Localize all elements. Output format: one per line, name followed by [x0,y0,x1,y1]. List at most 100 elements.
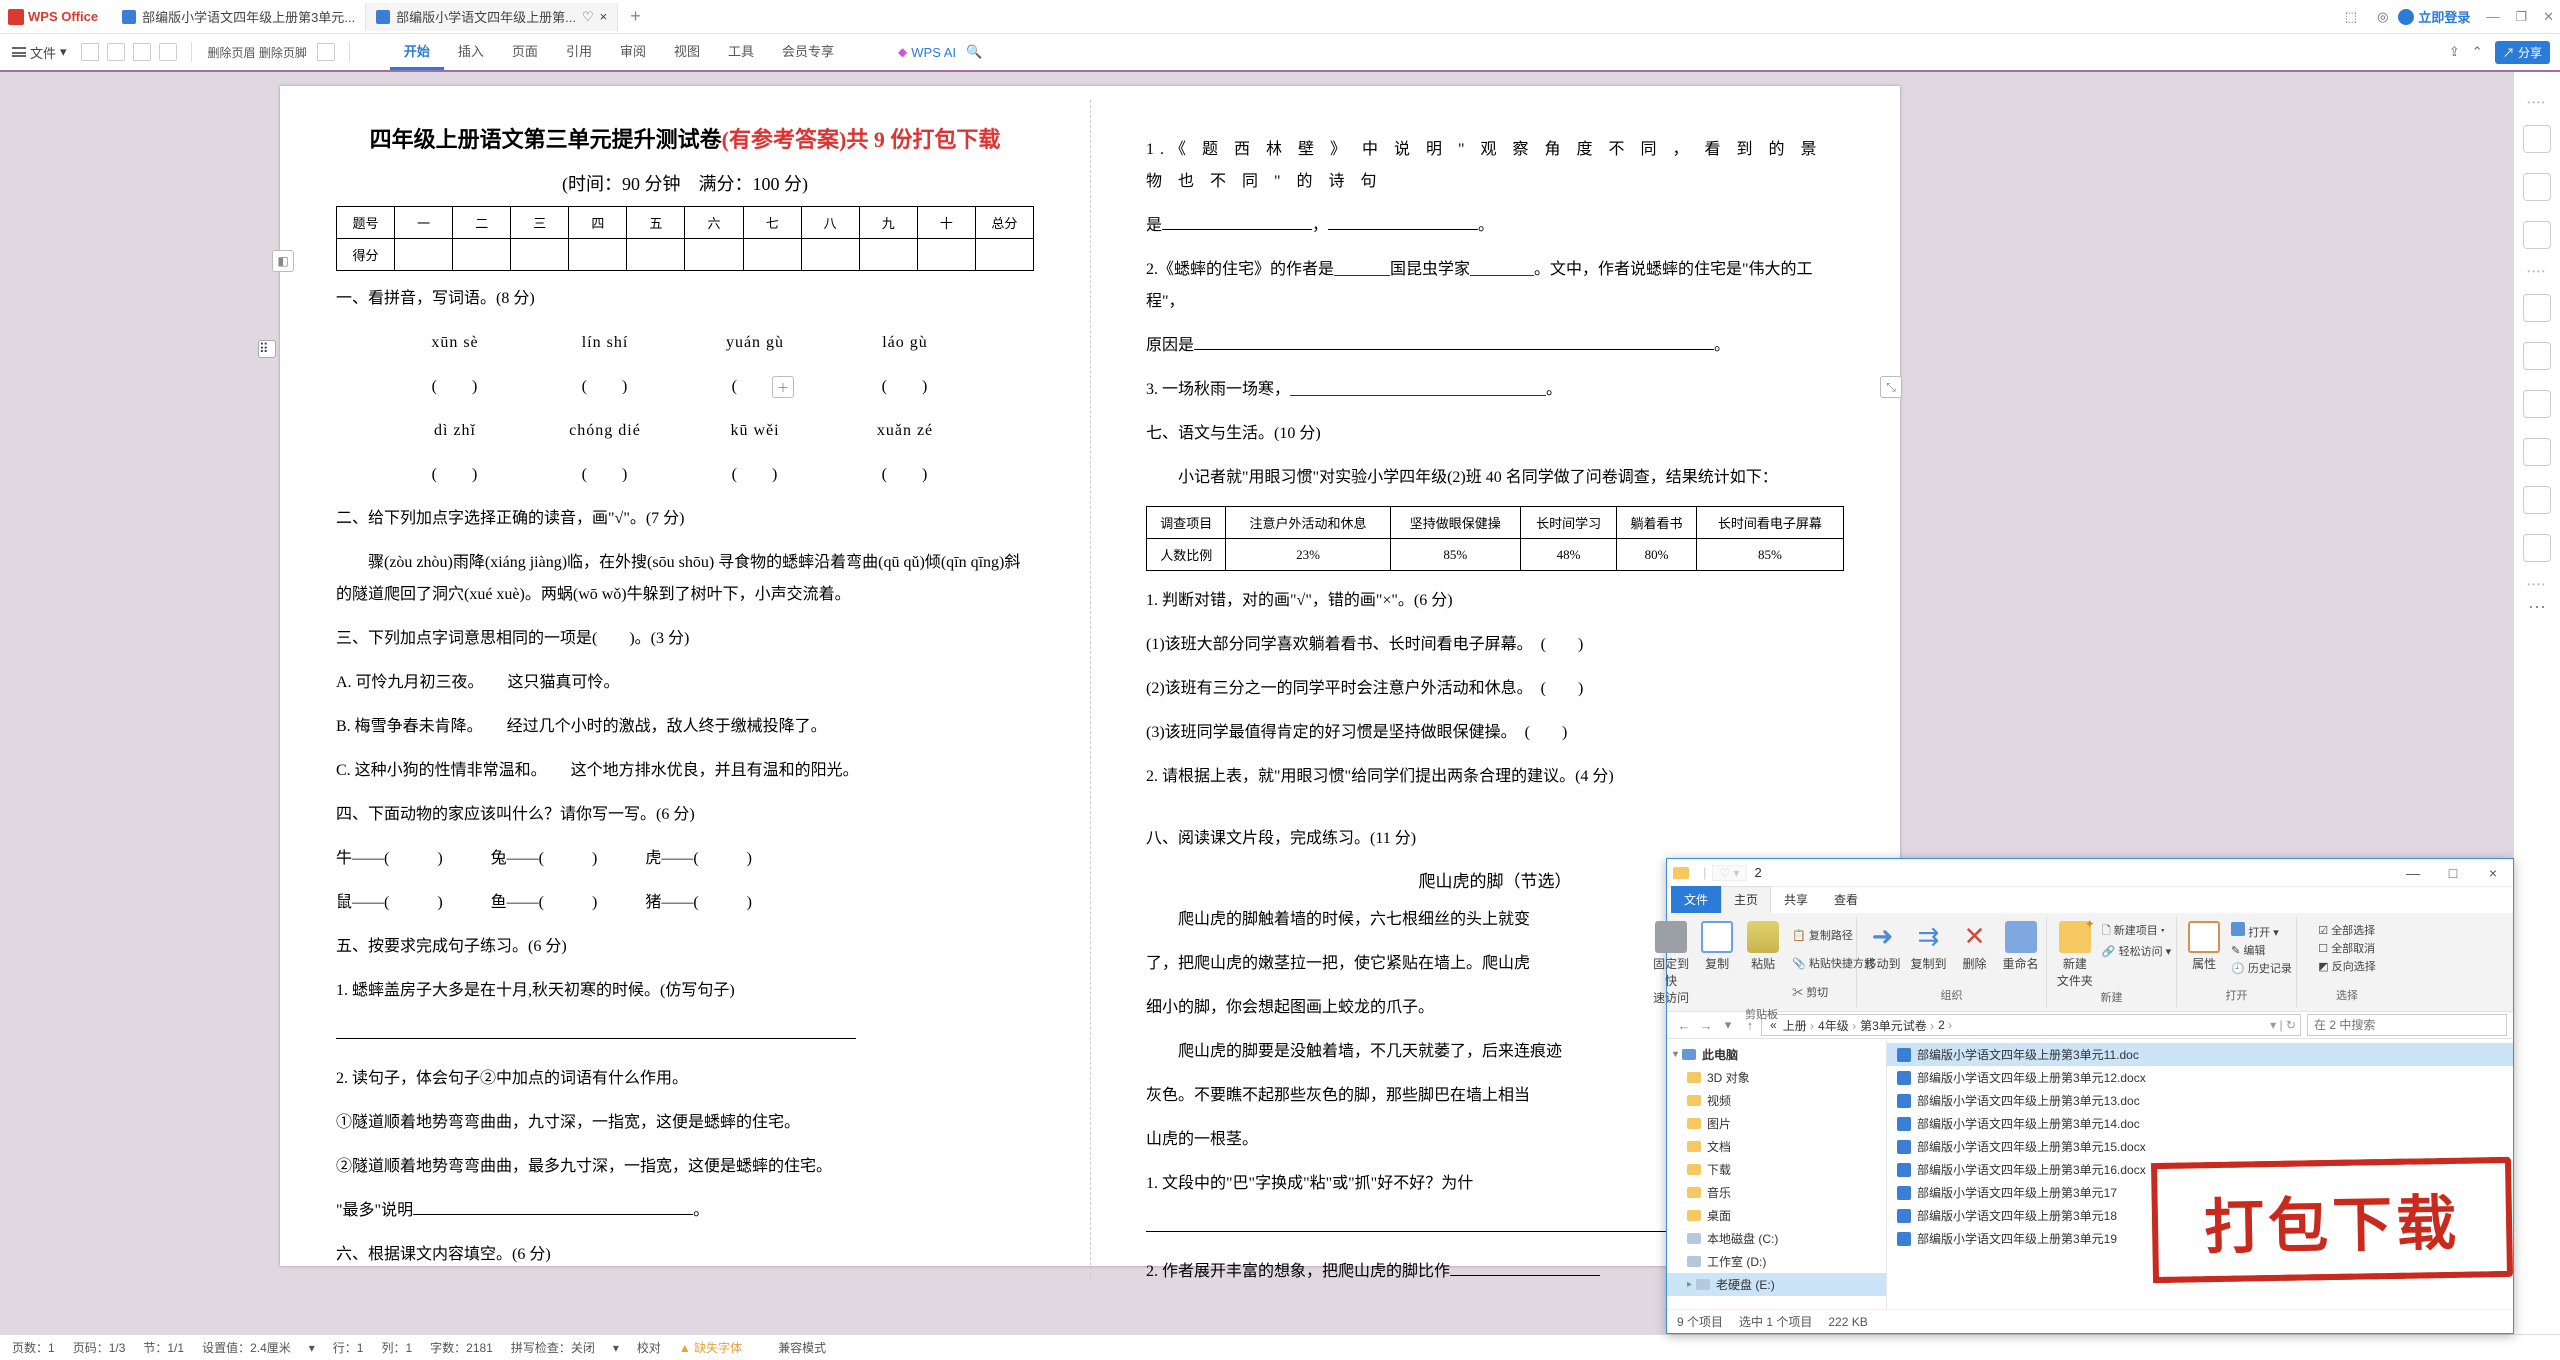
file-row[interactable]: 部编版小学语文四年级上册第3单元14.doc [1887,1112,2513,1135]
new-folder-button[interactable]: 新建 文件夹 [2052,921,2098,989]
pin-button[interactable]: 固定到快 速访问 [1648,921,1694,1006]
paste-button[interactable]: 粘贴 [1740,921,1786,1006]
close-icon[interactable]: ✕ [2543,9,2554,25]
login-button[interactable]: 立即登录 [2398,7,2470,26]
close-tab-icon[interactable]: × [600,9,608,24]
folder-icon [1673,867,1689,879]
path-breadcrumb[interactable]: « 上册 4年级 第3单元试卷 2 ▾ | ↻ [1761,1014,2301,1036]
tree-3d[interactable]: 3D 对象 [1667,1066,1886,1089]
new-doc-icon[interactable] [81,43,99,61]
margin-handle-tc[interactable]: ＋ [772,376,794,398]
tree-desktop[interactable]: 桌面 [1667,1204,1886,1227]
share-button[interactable]: ↗ 分享 [2495,41,2550,64]
new-item-button[interactable]: 🗋 新建项目 ▾ [2102,921,2171,942]
properties-button[interactable]: 属性 [2181,921,2227,977]
copyto-icon: ⇉ [1913,921,1945,953]
exp-minimize-icon[interactable]: — [2393,865,2433,881]
cube-icon[interactable]: ⬚ [2345,9,2357,25]
rename-button[interactable]: 重命名 [1998,921,2044,972]
tab-start[interactable]: 开始 [390,34,444,70]
exp-maximize-icon[interactable]: □ [2433,865,2473,881]
restore-icon[interactable]: ❐ [2515,9,2527,25]
file-row[interactable]: 部编版小学语文四年级上册第3单元12.docx [1887,1066,2513,1089]
exp-tab-share[interactable]: 共享 [1771,886,1821,913]
properties-icon [2188,921,2220,953]
doc-tab-1[interactable]: 部编版小学语文四年级上册第3单元... [112,3,366,31]
side-translate-icon[interactable] [2523,534,2551,562]
side-ai-icon[interactable] [2523,294,2551,322]
margin-handle-tr[interactable]: ⤡ [1880,376,1902,398]
print-icon[interactable] [107,43,125,61]
word-icon [376,10,390,24]
exp-tab-file[interactable]: 文件 [1671,886,1721,913]
wps-ai-button[interactable]: ◆WPS AI [898,45,956,60]
minimize-icon[interactable]: — [2486,9,2499,24]
nav-forward-icon[interactable]: → [1695,1018,1717,1033]
side-pen-icon[interactable] [2523,125,2551,153]
tree-drive-e[interactable]: ▸老硬盘 (E:) [1667,1273,1886,1296]
tab-tools[interactable]: 工具 [714,34,768,70]
new-tab-button[interactable]: + [618,6,653,27]
file-row[interactable]: 部编版小学语文四年级上册第3单元15.docx [1887,1135,2513,1158]
missing-font-warning[interactable]: ▲ 缺失字体 [679,1339,760,1356]
file-row[interactable]: 部编版小学语文四年级上册第3单元13.doc [1887,1089,2513,1112]
explorer-fav[interactable]: ♡ ▾ [1712,865,1746,881]
edit-button[interactable]: ✎ 编辑 [2231,941,2292,959]
tab-view[interactable]: 视图 [660,34,714,70]
side-export-icon[interactable] [2523,390,2551,418]
move-button[interactable]: ➜移动到 [1860,921,1906,972]
cloud-upload-icon[interactable]: ⇪ [2449,44,2460,60]
search-icon[interactable]: 🔍 [966,44,982,60]
tab-ref[interactable]: 引用 [552,34,606,70]
tree-this-pc[interactable]: ▾此电脑 [1667,1043,1886,1066]
menu-button[interactable]: 文件▾ [12,43,67,62]
copy-button[interactable]: 复制 [1694,921,1740,1006]
q2: 二、给下列加点字选择正确的读音，画"√"。(7 分) [336,503,1034,535]
more-icon[interactable] [317,43,335,61]
tree-pics[interactable]: 图片 [1667,1112,1886,1135]
tab-page[interactable]: 页面 [498,34,552,70]
quick-access-button[interactable]: 🔗 轻松访问 ▾ [2102,942,2171,960]
tab-insert[interactable]: 插入 [444,34,498,70]
redo-icon[interactable] [159,43,177,61]
side-select-icon[interactable] [2523,173,2551,201]
open-button[interactable]: 打开 ▾ [2231,921,2292,941]
collapse-ribbon-icon[interactable]: ⌃ [2472,44,2483,60]
side-ocr-icon[interactable] [2523,486,2551,514]
delete-icon: ✕ [1959,921,1991,953]
select-all-button[interactable]: ☑ 全部选择 [2318,921,2375,939]
side-font-icon[interactable] [2523,342,2551,370]
side-highlight-icon[interactable] [2523,221,2551,249]
tree-video[interactable]: 视频 [1667,1089,1886,1112]
side-image-icon[interactable] [2523,438,2551,466]
history-button[interactable]: 🕘 历史记录 [2231,959,2292,977]
tree-download[interactable]: 下载 [1667,1158,1886,1181]
nav-back-icon[interactable]: ← [1673,1018,1695,1033]
tree-docs[interactable]: 文档 [1667,1135,1886,1158]
side-more-icon[interactable]: ⋯ [2528,597,2546,618]
delete-header-footer[interactable]: 删除页眉 删除页脚 [208,44,307,61]
undo-icon[interactable] [133,43,151,61]
delete-button[interactable]: ✕删除 [1952,921,1998,972]
tree-drive-c[interactable]: 本地磁盘 (C:) [1667,1227,1886,1250]
tree-drive-d[interactable]: 工作室 (D:) [1667,1250,1886,1273]
tree-music[interactable]: 音乐 [1667,1181,1886,1204]
doc-tab-2[interactable]: 部编版小学语文四年级上册第...♡× [366,3,618,31]
exp-tab-home[interactable]: 主页 [1721,886,1771,913]
exp-close-icon[interactable]: × [2473,865,2513,881]
download-stamp[interactable]: 打包下载 [2151,1157,2513,1283]
exp-tab-view[interactable]: 查看 [1821,886,1871,913]
outline-toggle[interactable]: ⠿ [258,340,276,358]
favorite-icon[interactable]: ♡ [582,9,594,25]
margin-handle-tl[interactable]: ◧ [272,250,294,272]
tab-vip[interactable]: 会员专享 [768,34,848,70]
select-inverse-button[interactable]: ◩ 反向选择 [2318,957,2375,975]
select-none-button[interactable]: ☐ 全部取消 [2318,939,2375,957]
cloud-icon[interactable]: ◎ [2377,9,2388,25]
file-row[interactable]: 部编版小学语文四年级上册第3单元11.doc [1887,1043,2513,1066]
pinyin1: xūn sèlín shíyuán gùláo gù [380,327,1034,359]
tab-review[interactable]: 审阅 [606,34,660,70]
explorer-search-input[interactable] [2307,1014,2507,1036]
nav-recent-icon[interactable]: ▾ [1717,1017,1739,1033]
copyto-button[interactable]: ⇉复制到 [1906,921,1952,972]
